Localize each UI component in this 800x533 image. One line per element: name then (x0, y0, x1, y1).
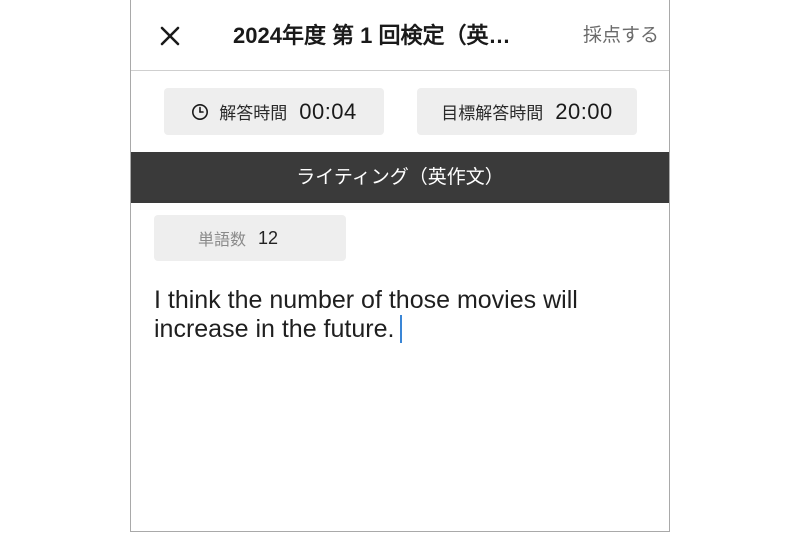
elapsed-time-value: 00:04 (299, 98, 357, 124)
answer-text-input[interactable]: I think the number of those movies will … (154, 286, 634, 344)
section-title-bar: ライティング（英作文） (131, 152, 669, 203)
target-time-label: 目標解答時間 (441, 104, 544, 123)
close-icon (159, 25, 181, 47)
close-button[interactable] (157, 23, 183, 49)
target-time-chip: 目標解答時間 20:00 (417, 88, 637, 135)
elapsed-time-label: 解答時間 (219, 104, 288, 123)
header-bar: 2024年度 第 1 回検定（英… 採点する (131, 0, 669, 71)
word-count-label: 単語数 (198, 232, 247, 249)
text-caret (400, 315, 403, 343)
word-count-chip: 単語数 12 (154, 215, 346, 261)
target-time-value: 20:00 (555, 98, 613, 124)
word-count-value: 12 (258, 227, 279, 248)
page-title: 2024年度 第 1 回検定（英… (233, 23, 511, 48)
app-panel: 2024年度 第 1 回検定（英… 採点する 解答時間 00:04 目標解答時間… (130, 0, 670, 532)
answer-text: I think the number of those movies will … (154, 286, 578, 343)
elapsed-time-chip: 解答時間 00:04 (164, 88, 384, 135)
grade-button[interactable]: 採点する (583, 20, 659, 52)
clock-icon (191, 103, 209, 121)
